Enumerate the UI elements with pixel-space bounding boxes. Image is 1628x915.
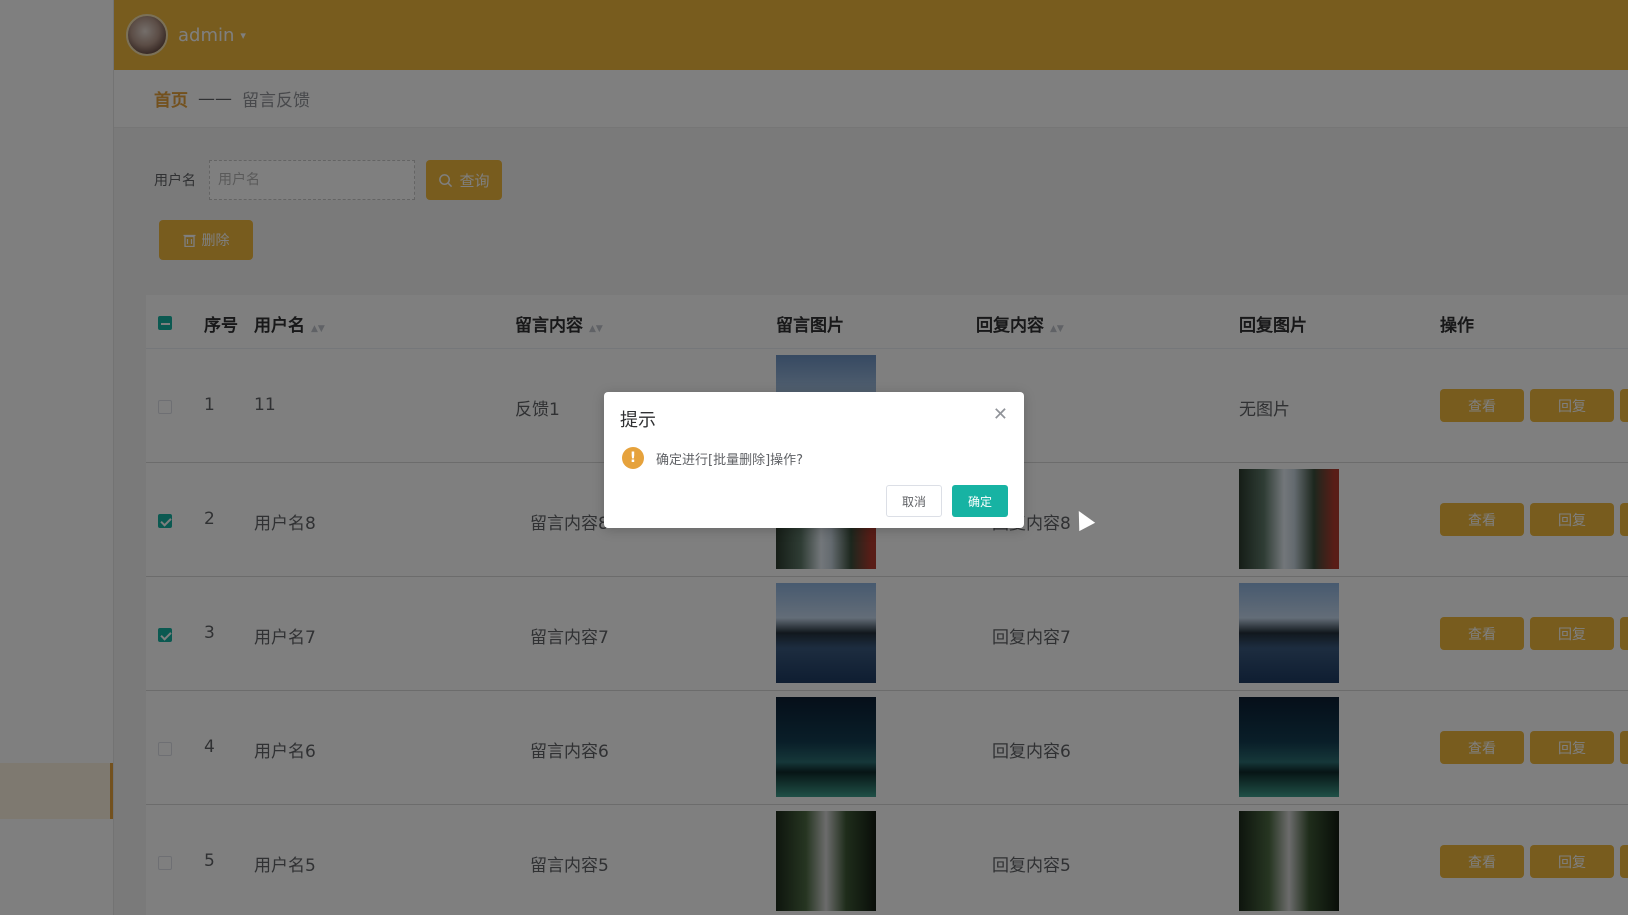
dialog-message: 确定进行[批量删除]操作? [656,453,804,468]
warning-icon: ! [622,447,644,469]
dialog-title: 提示 [620,410,656,431]
cancel-button[interactable]: 取消 [886,485,942,517]
confirm-dialog: 提示 ✕ ! 确定进行[批量删除]操作? 取消 确定 [604,392,1024,528]
close-icon[interactable]: ✕ [993,404,1008,425]
confirm-button[interactable]: 确定 [952,485,1008,517]
